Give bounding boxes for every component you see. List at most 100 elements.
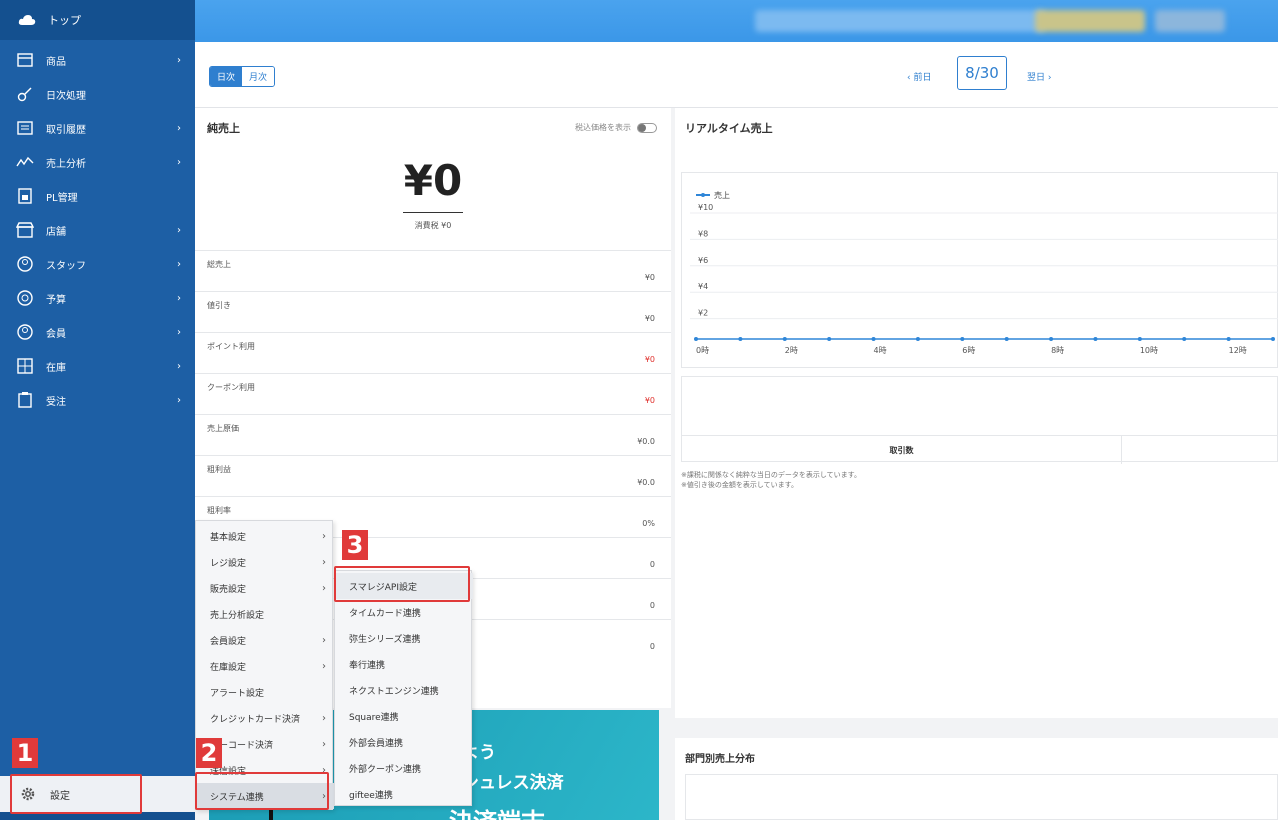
metric-label: 総売上 [207, 260, 231, 269]
system-menu-item[interactable]: 外部クーポン連携 [335, 755, 473, 781]
y-tick-label: ¥8 [698, 229, 708, 238]
next-day-button[interactable]: 翌日 › [1027, 70, 1051, 83]
chevron-right-icon: › [177, 224, 181, 236]
sidebar-item-7[interactable]: 予算 › [0, 281, 195, 315]
box-icon [16, 51, 34, 69]
menu-item-label: 外部会員連携 [349, 738, 404, 749]
net-sales-title: 純売上 [207, 122, 240, 135]
settings-menu-item[interactable]: レジ設定 › [196, 549, 334, 575]
data-point [827, 337, 832, 341]
sidebar-item-2[interactable]: 取引履歴 › [0, 111, 195, 145]
sidebar: トップ 商品 › 日次処理 取引履歴 › 売上分析 › PL管理 店舗 › スタッフ › 予算 › 会員 › 在… [0, 0, 195, 820]
menu-item-label: 在庫設定 [210, 662, 247, 673]
sidebar-item-label: 売上分析 [46, 158, 86, 170]
system-menu-item[interactable]: 外部会員連携 [335, 729, 473, 755]
menu-item-label: 売上分析設定 [210, 610, 265, 621]
sidebar-item-9[interactable]: 在庫 › [0, 349, 195, 383]
annotation-box-api [334, 566, 470, 602]
tax-toggle[interactable]: 税込価格を表示 [575, 122, 657, 133]
metric-label: クーポン利用 [207, 383, 255, 392]
period-toggle: 日次 月次 [209, 66, 276, 87]
realtime-notes: ※課税に関係なく純粋な当日のデータを表示しています。 ※値引き後の金額を表示して… [681, 470, 861, 490]
grid-icon [16, 357, 34, 375]
sidebar-item-label: 予算 [46, 294, 66, 306]
tax-toggle-label: 税込価格を表示 [575, 123, 631, 132]
chevron-right-icon: › [177, 54, 181, 66]
data-point [1226, 337, 1231, 341]
sidebar-item-10[interactable]: 受注 › [0, 383, 195, 417]
data-point [782, 337, 787, 341]
chevron-right-icon: › [177, 258, 181, 270]
legend-label: 売上 [714, 190, 730, 200]
menu-item-label: 会員設定 [210, 636, 247, 647]
sidebar-item-6[interactable]: スタッフ › [0, 247, 195, 281]
sidebar-item-label: 日次処理 [46, 90, 86, 102]
sidebar-item-label: スタッフ [46, 260, 86, 272]
system-menu-item[interactable]: 奉行連携 [335, 651, 473, 677]
sidebar-item-4[interactable]: PL管理 [0, 179, 195, 213]
system-integration-menu: スマレジAPI設定 タイムカード連携 弥生シリーズ連携 奉行連携 ネクストエンジン連携 S… [334, 570, 473, 807]
metric-value: 0 [649, 601, 655, 610]
system-menu-item[interactable]: 弥生シリーズ連携 [335, 625, 473, 651]
metric-label: 粗利益 [207, 465, 231, 474]
chevron-right-icon: › [177, 360, 181, 372]
metric-value: ¥0 [644, 396, 655, 405]
data-point [1271, 337, 1275, 341]
metric-label: 売上原価 [207, 424, 239, 433]
settings-menu-item[interactable]: 会員設定 › [196, 627, 334, 653]
metric-label: 粗利率 [207, 506, 231, 515]
menu-item-label: ネクストエンジン連携 [349, 686, 439, 697]
settings-menu-item[interactable]: 販売設定 › [196, 575, 334, 601]
realtime-chart: 売上 ¥10 ¥8 ¥6 ¥4 ¥2 0時 2時 4時 6時 8時 10時 12時 [681, 172, 1278, 368]
system-menu-item[interactable]: タイムカード連携 [335, 599, 473, 625]
sidebar-item-8[interactable]: 会員 › [0, 315, 195, 349]
clipboard-icon [16, 391, 34, 409]
date-bar: 日次 月次 ‹ 前日 8/30 翌日 › [195, 42, 1278, 108]
metric-value: ¥0 [644, 314, 655, 323]
sidebar-item-label: PL管理 [46, 192, 78, 204]
menu-item-label: レジ設定 [210, 558, 247, 569]
monthly-tab[interactable]: 月次 [242, 67, 275, 86]
metric-value: ¥0.0 [637, 437, 655, 446]
settings-menu-item[interactable]: 在庫設定 › [196, 653, 334, 679]
chevron-right-icon: › [322, 634, 326, 646]
metric-value: 0 [649, 560, 655, 569]
x-tick-label: 2時 [785, 346, 798, 355]
settings-menu-item[interactable]: 基本設定 › [196, 523, 334, 549]
x-tick-label: 12時 [1229, 346, 1247, 355]
settings-menu-item[interactable]: クレジットカード決済 › [196, 705, 334, 731]
menu-item-label: クレジットカード決済 [210, 714, 301, 725]
sidebar-item-1[interactable]: 日次処理 [0, 77, 195, 111]
menu-item-label: Square連携 [349, 712, 399, 723]
realtime-sales-title: リアルタイム売上 [685, 122, 773, 135]
current-date[interactable]: 8/30 [957, 56, 1007, 90]
sidebar-item-0[interactable]: 商品 › [0, 43, 195, 77]
metric-row: 値引き ¥0 [195, 291, 671, 332]
data-point [871, 337, 876, 341]
net-sales-amount: ¥0 [403, 156, 463, 205]
tax-toggle-switch[interactable] [637, 122, 657, 133]
sidebar-top-item[interactable]: トップ [0, 0, 195, 40]
dept-sales-title: 部門別売上分布 [685, 754, 755, 765]
settings-menu-item[interactable]: アラート設定 [196, 679, 334, 705]
metric-row: 総売上 ¥0 [195, 250, 671, 291]
sidebar-item-label: 会員 [46, 328, 66, 340]
sidebar-item-5[interactable]: 店舗 › [0, 213, 195, 247]
note-2: ※値引き後の金額を表示しています。 [681, 481, 798, 489]
menu-item-label: 基本設定 [210, 532, 247, 543]
prev-day-button[interactable]: ‹ 前日 [907, 70, 931, 83]
chevron-right-icon: › [177, 394, 181, 406]
sidebar-item-label: 取引履歴 [46, 124, 86, 136]
data-point [694, 337, 698, 341]
metric-value: 0 [649, 642, 655, 651]
settings-menu-item[interactable]: 売上分析設定 [196, 601, 334, 627]
annotation-step-3: 3 [342, 530, 368, 560]
metric-value: ¥0 [644, 273, 655, 282]
system-menu-item[interactable]: ネクストエンジン連携 [335, 677, 473, 703]
daily-tab[interactable]: 日次 [210, 67, 243, 86]
legend-marker [701, 193, 705, 197]
system-menu-item[interactable]: giftee連携 [335, 781, 473, 807]
menu-item-label: 外部クーポン連携 [349, 764, 422, 775]
sidebar-item-3[interactable]: 売上分析 › [0, 145, 195, 179]
system-menu-item[interactable]: Square連携 [335, 703, 473, 729]
